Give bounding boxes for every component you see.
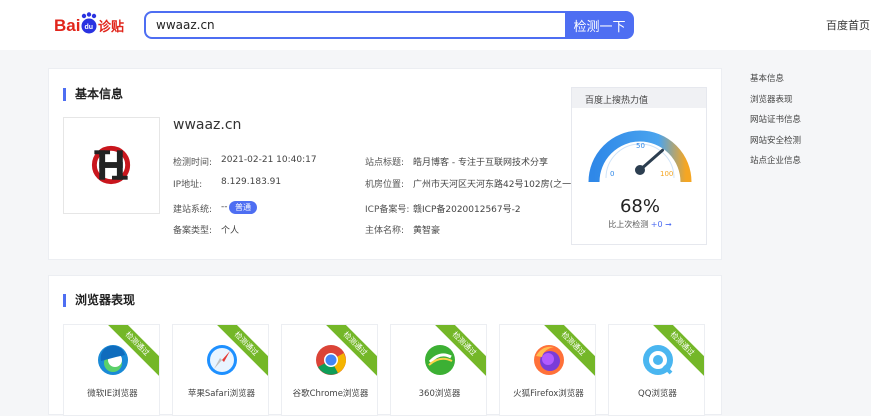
cms-badge: 普通 — [229, 201, 257, 214]
side-nav: 基本信息 浏览器表现 网站证书信息 网站安全检测 站点企业信息 — [750, 74, 801, 177]
gauge-tick-100: 100 — [660, 170, 673, 178]
baidu-home-link[interactable]: 百度首页 — [826, 17, 870, 33]
server-location-value: 广州市天河区天河东路42号102房(之一) — [413, 180, 575, 190]
owner-value: 黄智豪 — [413, 226, 441, 236]
icp-number-label: ICP备案号: — [365, 205, 410, 215]
ip-label: IP地址: — [173, 180, 203, 190]
side-nav-browser[interactable]: 浏览器表现 — [750, 95, 801, 116]
baidu-logo[interactable]: Bai du 诊贴 — [54, 12, 126, 38]
heat-compare-label: 比上次检测 — [608, 220, 649, 229]
cms-label: 建站系统: — [173, 205, 213, 215]
heat-title: 百度上搜热力值 — [572, 88, 706, 108]
check-time-label: 检测时间: — [173, 158, 213, 168]
browser-name: QQ浏览器 — [638, 389, 677, 399]
heat-gauge: 0 50 100 — [588, 130, 692, 183]
search-bar: 检测一下 — [144, 11, 634, 39]
gauge-tick-50: 50 — [636, 142, 645, 150]
browser-item-chrome[interactable]: 检测通过 谷歌Chrome浏览器 — [281, 324, 378, 416]
browser-item-safari[interactable]: 检测通过 苹果Safari浏览器 — [172, 324, 269, 416]
edge-icon — [98, 345, 128, 375]
browser-item-ie[interactable]: 检测通过 微软IE浏览器 — [63, 324, 160, 416]
gauge-tick-0: 0 — [610, 170, 614, 178]
browser-section-title: 浏览器表现 — [63, 294, 135, 307]
firefox-icon — [534, 345, 564, 375]
browser-item-360[interactable]: 检测通过 360浏览器 — [390, 324, 487, 416]
browser-card: 浏览器表现 检测通过 微软IE浏览器 检测通过 苹果Safari浏览器 检测通过 — [48, 275, 722, 416]
heat-value: 68% — [619, 196, 660, 217]
icp-number-value: 赣ICP备2020012567号-2 — [413, 205, 521, 215]
basic-info-card: 基本信息 wwaaz.cn 检测时间: 2021-02-21 10:40:17 … — [48, 68, 722, 260]
heat-compare-delta: +0 ➞ — [650, 220, 672, 229]
site-title-value: 皓月博客 - 专注于互联网技术分享 — [413, 158, 548, 168]
check-button[interactable]: 检测一下 — [565, 11, 634, 39]
icp-type-value: 个人 — [221, 226, 240, 236]
browser-name: 谷歌Chrome浏览器 — [292, 389, 369, 399]
browser-name: 苹果Safari浏览器 — [187, 389, 256, 399]
gauge-hub — [635, 165, 645, 175]
cms-value: -- — [221, 202, 228, 212]
side-nav-security[interactable]: 网站安全检测 — [750, 136, 801, 157]
browser-name: 火狐Firefox浏览器 — [513, 389, 584, 399]
heat-compare: 比上次检测 +0 ➞ — [572, 219, 708, 230]
chrome-icon — [316, 345, 346, 375]
owner-label: 主体名称: — [365, 226, 405, 236]
site-name: wwaaz.cn — [173, 117, 242, 133]
hy-logo-icon — [91, 145, 131, 185]
heat-panel: 百度上搜热力值 0 50 100 68% 比上次检测 +0 ➞ — [571, 87, 707, 245]
check-time-value: 2021-02-21 10:40:17 — [221, 155, 317, 165]
side-nav-basic-info[interactable]: 基本信息 — [750, 74, 801, 95]
safari-icon — [207, 345, 237, 375]
browser-item-firefox[interactable]: 检测通过 火狐Firefox浏览器 — [499, 324, 596, 416]
site-title-label: 站点标题: — [365, 158, 405, 168]
side-nav-enterprise[interactable]: 站点企业信息 — [750, 156, 801, 177]
side-nav-certificate[interactable]: 网站证书信息 — [750, 115, 801, 136]
search-input[interactable] — [144, 11, 568, 39]
ip-value: 8.129.183.91 — [221, 177, 282, 187]
browser-name: 微软IE浏览器 — [87, 389, 138, 399]
server-location-label: 机房位置: — [365, 180, 405, 190]
qq-browser-icon — [643, 345, 673, 375]
svg-text:Bai: Bai — [54, 16, 80, 35]
svg-text:诊贴: 诊贴 — [98, 19, 124, 35]
svg-text:du: du — [85, 24, 94, 31]
360-browser-icon — [425, 345, 455, 375]
top-bar: Bai du 诊贴 检测一下 百度首页 — [0, 0, 871, 50]
icp-type-label: 备案类型: — [173, 226, 213, 236]
site-logo — [63, 117, 160, 214]
basic-info-title: 基本信息 — [63, 88, 123, 101]
browser-name: 360浏览器 — [418, 389, 461, 399]
browser-item-qq[interactable]: 检测通过 QQ浏览器 — [608, 324, 705, 416]
